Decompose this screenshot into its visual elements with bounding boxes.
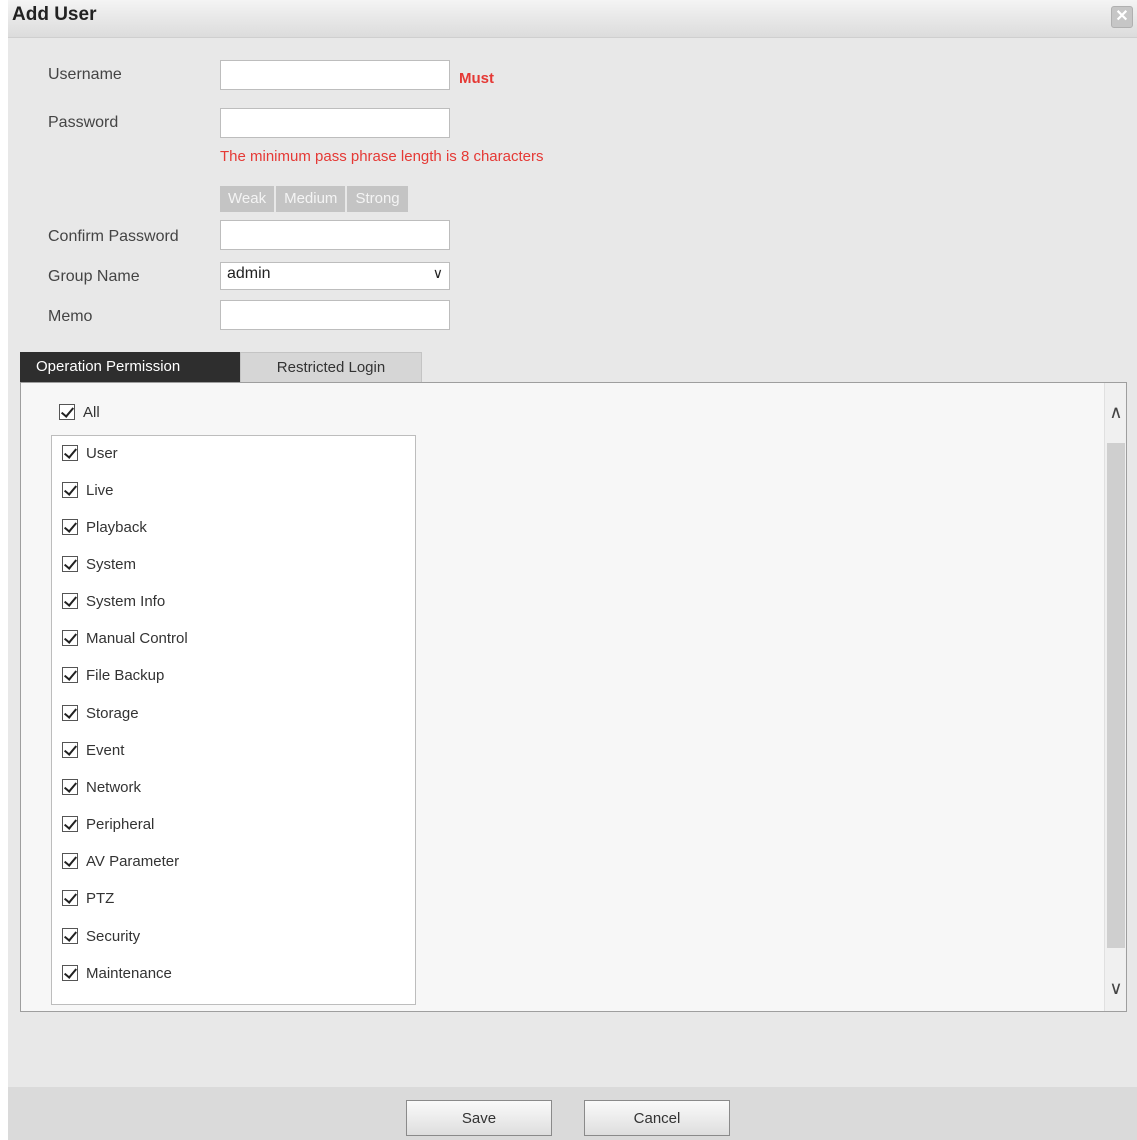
chevron-down-icon: ∨ bbox=[432, 265, 443, 281]
operation-permission-panel: All User Live Playback System System Inf… bbox=[20, 382, 1127, 1012]
confirm-password-label: Confirm Password bbox=[48, 228, 179, 245]
permission-checkbox[interactable] bbox=[62, 928, 78, 945]
list-item: Manual Control bbox=[62, 629, 188, 653]
strength-strong: Strong bbox=[347, 186, 408, 212]
permission-label: PTZ bbox=[86, 889, 115, 907]
permission-checkbox[interactable] bbox=[62, 890, 78, 907]
permission-checkbox[interactable] bbox=[62, 965, 78, 982]
group-name-value: admin bbox=[227, 265, 271, 282]
add-user-dialog: Add User ✕ Username Must Password The mi… bbox=[8, 0, 1137, 1140]
chevron-up-icon[interactable]: ∧ bbox=[1105, 397, 1127, 427]
permission-label: Playback bbox=[86, 518, 147, 536]
permission-label: Storage bbox=[86, 704, 139, 722]
strength-weak: Weak bbox=[220, 186, 277, 212]
permission-checkbox[interactable] bbox=[62, 667, 78, 684]
permission-tabs: Operation Permission Restricted Login bbox=[20, 352, 422, 382]
dialog-titlebar: Add User ✕ bbox=[8, 0, 1137, 38]
permission-label: Manual Control bbox=[86, 629, 188, 647]
permission-checkbox[interactable] bbox=[62, 742, 78, 759]
permission-label: Peripheral bbox=[86, 815, 155, 833]
list-item: Peripheral bbox=[62, 815, 154, 839]
list-item: Playback bbox=[62, 518, 147, 542]
list-item: Event bbox=[62, 741, 124, 765]
username-input[interactable] bbox=[220, 60, 450, 90]
permission-checkbox[interactable] bbox=[62, 556, 78, 573]
list-item: System bbox=[62, 555, 136, 579]
group-name-label: Group Name bbox=[48, 268, 140, 285]
list-item: File Backup bbox=[62, 666, 164, 690]
permission-label: Maintenance bbox=[86, 964, 172, 982]
password-input[interactable] bbox=[220, 108, 450, 138]
permission-checkbox[interactable] bbox=[62, 445, 78, 462]
cancel-button[interactable]: Cancel bbox=[584, 1100, 730, 1136]
username-required-indicator: Must bbox=[459, 70, 494, 87]
permission-label: Security bbox=[86, 927, 141, 945]
permission-label: Network bbox=[86, 778, 142, 796]
vertical-scrollbar[interactable]: ∧ ∨ bbox=[1104, 383, 1126, 1011]
permission-checkbox[interactable] bbox=[62, 705, 78, 722]
permission-checkbox[interactable] bbox=[62, 816, 78, 833]
strength-medium: Medium bbox=[276, 186, 348, 212]
save-button[interactable]: Save bbox=[406, 1100, 552, 1136]
all-label: All bbox=[83, 403, 100, 421]
tab-operation-permission[interactable]: Operation Permission bbox=[20, 352, 240, 382]
list-item: Live bbox=[62, 481, 114, 505]
close-icon[interactable]: ✕ bbox=[1111, 6, 1133, 28]
password-length-hint: The minimum pass phrase length is 8 char… bbox=[220, 148, 544, 165]
list-item: Maintenance bbox=[62, 964, 172, 988]
permission-label: Live bbox=[86, 481, 114, 499]
dialog-footer bbox=[8, 1087, 1137, 1140]
tab-restricted-login[interactable]: Restricted Login bbox=[240, 352, 422, 382]
list-item: Security bbox=[62, 927, 140, 951]
group-name-select[interactable]: admin ∨ bbox=[220, 262, 450, 290]
list-item: AV Parameter bbox=[62, 852, 179, 876]
chevron-down-icon[interactable]: ∨ bbox=[1105, 973, 1127, 1003]
list-item: Storage bbox=[62, 704, 139, 728]
permission-checkbox[interactable] bbox=[62, 519, 78, 536]
password-label: Password bbox=[48, 114, 119, 131]
confirm-password-input[interactable] bbox=[220, 220, 450, 250]
password-strength-meter: Weak Medium Strong bbox=[220, 186, 408, 212]
permission-label: User bbox=[86, 444, 118, 462]
permission-checkbox[interactable] bbox=[62, 593, 78, 610]
all-checkbox[interactable] bbox=[59, 404, 75, 421]
permission-label: Event bbox=[86, 741, 125, 759]
username-label: Username bbox=[48, 66, 122, 83]
permission-checkbox[interactable] bbox=[62, 630, 78, 647]
all-permissions-row: All bbox=[59, 403, 100, 421]
memo-label: Memo bbox=[48, 308, 93, 325]
list-item: PTZ bbox=[62, 889, 114, 913]
permission-label: AV Parameter bbox=[86, 852, 180, 870]
permission-checkbox[interactable] bbox=[62, 853, 78, 870]
list-item: User bbox=[62, 444, 118, 468]
memo-input[interactable] bbox=[220, 300, 450, 330]
permission-checkbox[interactable] bbox=[62, 779, 78, 796]
scrollbar-thumb[interactable] bbox=[1107, 443, 1125, 948]
list-item: Network bbox=[62, 778, 141, 802]
dialog-title: Add User bbox=[12, 4, 97, 25]
permission-label: System Info bbox=[86, 592, 166, 610]
permission-checkbox[interactable] bbox=[62, 482, 78, 499]
permission-label: System bbox=[86, 555, 137, 573]
permission-list: User Live Playback System System Info Ma… bbox=[51, 435, 416, 1005]
permission-label: File Backup bbox=[86, 666, 165, 684]
list-item: System Info bbox=[62, 592, 165, 616]
